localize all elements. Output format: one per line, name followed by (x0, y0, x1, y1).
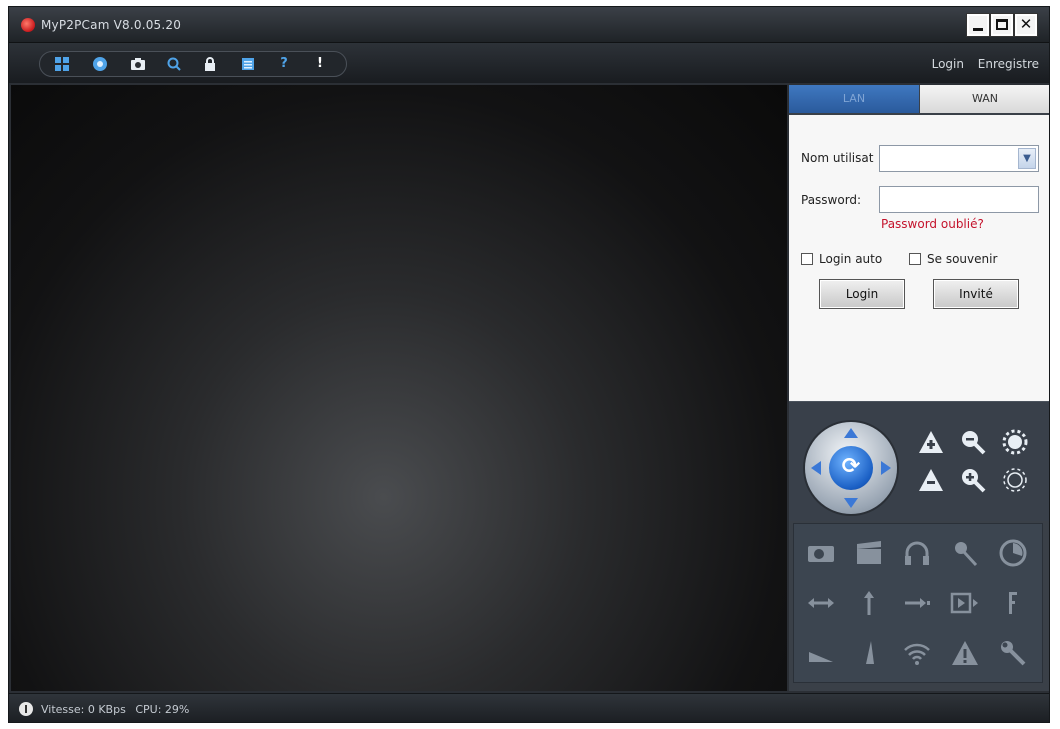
login-button[interactable]: Login (819, 279, 905, 309)
tab-lan[interactable]: LAN (789, 85, 919, 113)
username-label: Nom utilisat (801, 151, 874, 165)
status-text: Vitesse: 0 KBps CPU: 29% (41, 703, 195, 716)
clock-icon[interactable] (998, 538, 1028, 568)
lock-icon[interactable] (202, 56, 218, 72)
brightness-up-icon[interactable] (1001, 428, 1029, 456)
record-icon[interactable] (92, 56, 108, 72)
alarm-icon[interactable] (950, 638, 980, 668)
password-label: Password: (801, 193, 862, 207)
title-bar[interactable]: MyP2PCam V8.0.05.20 ✕ (9, 7, 1049, 43)
password-field[interactable] (879, 186, 1039, 213)
snapshot-icon[interactable] (130, 56, 146, 72)
auto-login-checkbox[interactable] (801, 253, 813, 265)
zoom-in-icon[interactable] (959, 466, 987, 494)
guest-button[interactable]: Invité (933, 279, 1019, 309)
chevron-down-icon[interactable]: ▼ (1018, 148, 1036, 169)
forgot-password-link[interactable]: Password oublié? (881, 217, 984, 231)
maximize-button[interactable] (990, 13, 1014, 37)
speed-readout: Vitesse: 0 KBps (41, 703, 126, 716)
search-icon[interactable] (166, 56, 182, 72)
focus-down-icon[interactable] (917, 466, 945, 494)
microphone-icon[interactable] (950, 538, 980, 568)
cpu-readout: CPU: 29% (135, 703, 190, 716)
pan-left-icon[interactable] (811, 461, 821, 475)
info-icon[interactable]: ! (312, 56, 328, 72)
camera-icon[interactable] (806, 538, 836, 568)
remember-label: Se souvenir (927, 252, 998, 266)
close-button[interactable]: ✕ (1014, 13, 1038, 37)
tab-wan[interactable]: WAN (920, 85, 1049, 113)
brightness-down-icon[interactable] (1001, 466, 1029, 494)
input-icon[interactable] (950, 588, 980, 618)
clapper-icon[interactable] (854, 538, 884, 568)
connection-tabs: LAN WAN (789, 85, 1049, 113)
focus-up-icon[interactable] (917, 428, 945, 456)
preset-icon[interactable] (998, 588, 1028, 618)
pan-right-icon[interactable] (881, 461, 891, 475)
video-viewport[interactable] (11, 85, 787, 691)
settings-list-icon[interactable] (240, 56, 256, 72)
zoom-out-icon[interactable] (959, 428, 987, 456)
ptz-joystick[interactable]: ⟳ (805, 422, 897, 514)
headphones-icon[interactable] (902, 538, 932, 568)
speed-low-icon[interactable] (806, 638, 836, 668)
wifi-icon[interactable] (902, 638, 932, 668)
minimize-icon (973, 28, 983, 31)
maximize-icon (996, 19, 1008, 30)
arrow-right-icon[interactable] (902, 588, 932, 618)
account-links: Login Enregistre (922, 57, 1039, 71)
grid-view-icon[interactable] (54, 56, 70, 72)
function-grid (793, 523, 1043, 683)
speed-high-icon[interactable] (854, 638, 884, 668)
auto-login-label: Login auto (819, 252, 883, 266)
pan-up-icon[interactable] (844, 428, 858, 438)
toolbar-icon-group: ? ! (39, 51, 347, 77)
window-title: MyP2PCam V8.0.05.20 (41, 18, 182, 32)
login-link[interactable]: Login (932, 57, 964, 71)
register-link[interactable]: Enregistre (978, 57, 1039, 71)
login-form: Nom utilisat ▼ Password: Password oublié… (789, 115, 1049, 401)
ptz-controls: ⟳ (789, 401, 1049, 521)
app-logo-icon (21, 18, 35, 32)
side-panel: LAN WAN Nom utilisat ▼ Password: Passwor… (789, 85, 1049, 691)
remember-checkbox[interactable] (909, 253, 921, 265)
toolbar: ? ! Login Enregistre (9, 43, 1049, 83)
minimize-button[interactable] (966, 13, 990, 37)
refresh-icon[interactable]: ⟳ (829, 446, 873, 490)
status-bar: Vitesse: 0 KBps CPU: 29% (9, 693, 1049, 722)
vertical-flip-icon[interactable] (854, 588, 884, 618)
app-window: MyP2PCam V8.0.05.20 ✕ ? ! Login Enregist… (8, 6, 1050, 723)
pan-down-icon[interactable] (844, 498, 858, 508)
username-combobox[interactable]: ▼ (879, 145, 1039, 172)
help-icon[interactable]: ? (276, 56, 292, 72)
horizontal-flip-icon[interactable] (806, 588, 836, 618)
wrench-icon[interactable] (998, 638, 1028, 668)
close-icon: ✕ (1019, 15, 1033, 33)
info-status-icon (19, 702, 33, 716)
